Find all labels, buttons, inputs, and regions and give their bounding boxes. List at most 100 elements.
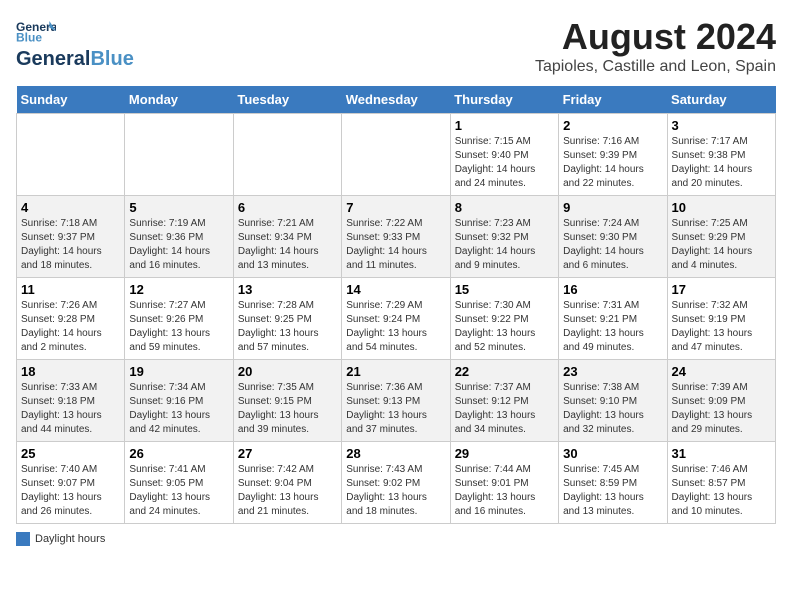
day-number: 1 — [455, 118, 554, 133]
day-detail: Sunrise: 7:35 AM Sunset: 9:15 PM Dayligh… — [238, 381, 337, 437]
day-detail: Sunrise: 7:17 AM Sunset: 9:38 PM Dayligh… — [672, 135, 771, 191]
calendar-week-row: 11 Sunrise: 7:26 AM Sunset: 9:28 PM Dayli… — [17, 278, 776, 360]
logo-svg: General Blue — [16, 16, 56, 46]
calendar-cell: 24Sunrise: 7:39 AM Sunset: 9:09 PM Dayli… — [667, 360, 775, 442]
day-detail: Sunrise: 7:22 AM Sunset: 9:33 PM Dayligh… — [346, 217, 445, 273]
day-number: 14 — [346, 282, 445, 297]
calendar-cell: 13 Sunrise: 7:28 AM Sunset: 9:25 PM Dayli… — [233, 278, 341, 360]
day-detail: Sunrise: 7:32 AM Sunset: 9:19 PM Dayligh… — [672, 299, 771, 355]
calendar-cell: 25Sunrise: 7:40 AM Sunset: 9:07 PM Dayli… — [17, 442, 125, 524]
day-detail: Sunrise: 7:33 AM Sunset: 9:18 PM Dayligh… — [21, 381, 120, 437]
calendar-cell: 29Sunrise: 7:44 AM Sunset: 9:01 PM Dayli… — [450, 442, 558, 524]
calendar-cell: 28Sunrise: 7:43 AM Sunset: 9:02 PM Dayli… — [342, 442, 450, 524]
day-detail: Sunrise: 7:27 AM Sunset: 9:26 PM Dayligh… — [129, 299, 228, 355]
day-detail: Sunrise: 7:31 AM Sunset: 9:21 PM Dayligh… — [563, 299, 662, 355]
weekday-header-cell: Thursday — [450, 86, 558, 114]
calendar-cell — [233, 114, 341, 196]
day-detail: Sunrise: 7:15 AM Sunset: 9:40 PM Dayligh… — [455, 135, 554, 191]
day-number: 26 — [129, 446, 228, 461]
calendar-cell — [342, 114, 450, 196]
day-detail: Sunrise: 7:40 AM Sunset: 9:07 PM Dayligh… — [21, 463, 120, 519]
calendar-cell: 16 Sunrise: 7:31 AM Sunset: 9:21 PM Dayli… — [559, 278, 667, 360]
subtitle: Tapioles, Castille and Leon, Spain — [535, 58, 776, 76]
calendar-cell: 10Sunrise: 7:25 AM Sunset: 9:29 PM Dayli… — [667, 196, 775, 278]
logo-blue: Blue — [90, 48, 133, 71]
day-detail: Sunrise: 7:26 AM Sunset: 9:28 PM Dayligh… — [21, 299, 120, 355]
day-detail: Sunrise: 7:42 AM Sunset: 9:04 PM Dayligh… — [238, 463, 337, 519]
weekday-header-cell: Saturday — [667, 86, 775, 114]
day-detail: Sunrise: 7:29 AM Sunset: 9:24 PM Dayligh… — [346, 299, 445, 355]
calendar-cell: 19 Sunrise: 7:34 AM Sunset: 9:16 PM Dayli… — [125, 360, 233, 442]
day-number: 31 — [672, 446, 771, 461]
day-detail: Sunrise: 7:28 AM Sunset: 9:25 PM Dayligh… — [238, 299, 337, 355]
header: General Blue GeneralBlue August 2024 Tap… — [16, 16, 776, 76]
calendar-week-row: 18 Sunrise: 7:33 AM Sunset: 9:18 PM Dayli… — [17, 360, 776, 442]
calendar-table: SundayMondayTuesdayWednesdayThursdayFrid… — [16, 86, 776, 524]
day-number: 2 — [563, 118, 662, 133]
calendar-cell: 26 Sunrise: 7:41 AM Sunset: 9:05 PM Dayli… — [125, 442, 233, 524]
calendar-cell: 12 Sunrise: 7:27 AM Sunset: 9:26 PM Dayli… — [125, 278, 233, 360]
day-number: 20 — [238, 364, 337, 379]
day-detail: Sunrise: 7:38 AM Sunset: 9:10 PM Dayligh… — [563, 381, 662, 437]
calendar-cell: 20 Sunrise: 7:35 AM Sunset: 9:15 PM Dayli… — [233, 360, 341, 442]
weekday-header-cell: Wednesday — [342, 86, 450, 114]
calendar-cell: 2Sunrise: 7:16 AM Sunset: 9:39 PM Daylig… — [559, 114, 667, 196]
day-number: 6 — [238, 200, 337, 215]
day-detail: Sunrise: 7:41 AM Sunset: 9:05 PM Dayligh… — [129, 463, 228, 519]
calendar-cell — [125, 114, 233, 196]
day-number: 13 — [238, 282, 337, 297]
day-number: 16 — [563, 282, 662, 297]
day-detail: Sunrise: 7:46 AM Sunset: 8:57 PM Dayligh… — [672, 463, 771, 519]
logo: General Blue GeneralBlue — [16, 16, 134, 71]
day-number: 11 — [21, 282, 120, 297]
day-detail: Sunrise: 7:34 AM Sunset: 9:16 PM Dayligh… — [129, 381, 228, 437]
day-detail: Sunrise: 7:37 AM Sunset: 9:12 PM Dayligh… — [455, 381, 554, 437]
calendar-cell: 23 Sunrise: 7:38 AM Sunset: 9:10 PM Dayli… — [559, 360, 667, 442]
footer: Daylight hours — [16, 532, 776, 546]
main-title: August 2024 — [535, 16, 776, 58]
calendar-cell: 1 Sunrise: 7:15 AM Sunset: 9:40 PM Daylig… — [450, 114, 558, 196]
day-detail: Sunrise: 7:25 AM Sunset: 9:29 PM Dayligh… — [672, 217, 771, 273]
day-number: 29 — [455, 446, 554, 461]
day-number: 19 — [129, 364, 228, 379]
calendar-cell: 3 Sunrise: 7:17 AM Sunset: 9:38 PM Daylig… — [667, 114, 775, 196]
calendar-body: 1 Sunrise: 7:15 AM Sunset: 9:40 PM Daylig… — [17, 114, 776, 524]
day-number: 9 — [563, 200, 662, 215]
day-detail: Sunrise: 7:43 AM Sunset: 9:02 PM Dayligh… — [346, 463, 445, 519]
title-area: August 2024 Tapioles, Castille and Leon,… — [535, 16, 776, 76]
day-number: 7 — [346, 200, 445, 215]
calendar-cell: 27 Sunrise: 7:42 AM Sunset: 9:04 PM Dayli… — [233, 442, 341, 524]
day-detail: Sunrise: 7:18 AM Sunset: 9:37 PM Dayligh… — [21, 217, 120, 273]
day-number: 21 — [346, 364, 445, 379]
day-number: 3 — [672, 118, 771, 133]
calendar-cell: 31 Sunrise: 7:46 AM Sunset: 8:57 PM Dayli… — [667, 442, 775, 524]
calendar-week-row: 25Sunrise: 7:40 AM Sunset: 9:07 PM Dayli… — [17, 442, 776, 524]
day-detail: Sunrise: 7:21 AM Sunset: 9:34 PM Dayligh… — [238, 217, 337, 273]
day-number: 12 — [129, 282, 228, 297]
day-number: 27 — [238, 446, 337, 461]
logo-general: General — [16, 48, 90, 71]
day-detail: Sunrise: 7:23 AM Sunset: 9:32 PM Dayligh… — [455, 217, 554, 273]
weekday-header-cell: Monday — [125, 86, 233, 114]
calendar-cell: 21 Sunrise: 7:36 AM Sunset: 9:13 PM Dayli… — [342, 360, 450, 442]
day-number: 17 — [672, 282, 771, 297]
calendar-cell: 18 Sunrise: 7:33 AM Sunset: 9:18 PM Dayli… — [17, 360, 125, 442]
calendar-week-row: 1 Sunrise: 7:15 AM Sunset: 9:40 PM Daylig… — [17, 114, 776, 196]
day-number: 5 — [129, 200, 228, 215]
calendar-cell: 30Sunrise: 7:45 AM Sunset: 8:59 PM Dayli… — [559, 442, 667, 524]
calendar-cell: 8 Sunrise: 7:23 AM Sunset: 9:32 PM Daylig… — [450, 196, 558, 278]
day-detail: Sunrise: 7:36 AM Sunset: 9:13 PM Dayligh… — [346, 381, 445, 437]
calendar-cell: 14 Sunrise: 7:29 AM Sunset: 9:24 PM Dayli… — [342, 278, 450, 360]
day-detail: Sunrise: 7:39 AM Sunset: 9:09 PM Dayligh… — [672, 381, 771, 437]
weekday-header-row: SundayMondayTuesdayWednesdayThursdayFrid… — [17, 86, 776, 114]
calendar-cell: 6 Sunrise: 7:21 AM Sunset: 9:34 PM Daylig… — [233, 196, 341, 278]
calendar-cell: 11 Sunrise: 7:26 AM Sunset: 9:28 PM Dayli… — [17, 278, 125, 360]
day-number: 8 — [455, 200, 554, 215]
day-detail: Sunrise: 7:24 AM Sunset: 9:30 PM Dayligh… — [563, 217, 662, 273]
calendar-cell: 7 Sunrise: 7:22 AM Sunset: 9:33 PM Daylig… — [342, 196, 450, 278]
day-number: 15 — [455, 282, 554, 297]
svg-text:Blue: Blue — [16, 31, 42, 45]
calendar-cell: 17 Sunrise: 7:32 AM Sunset: 9:19 PM Dayli… — [667, 278, 775, 360]
day-number: 23 — [563, 364, 662, 379]
day-number: 18 — [21, 364, 120, 379]
